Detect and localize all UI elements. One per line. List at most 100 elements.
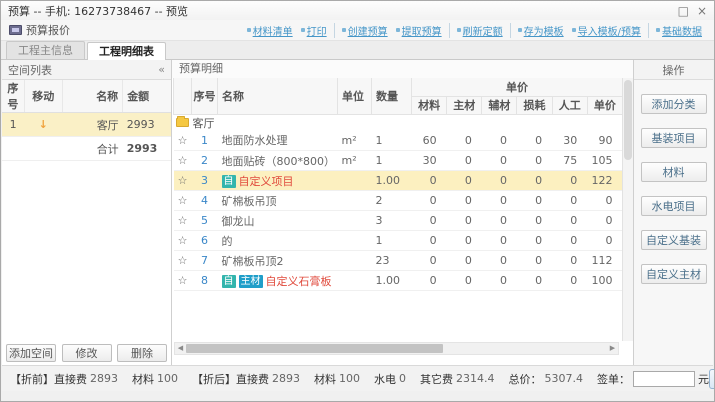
link-create-budget[interactable]: 创建预算 bbox=[338, 23, 392, 38]
link-import-template[interactable]: 导入模板/预算 bbox=[568, 22, 649, 38]
detail-row-6[interactable]: ☆ 6 的 1 0 0 0 0 0 0 bbox=[173, 230, 623, 251]
pre-discount-direct-value: 2893 bbox=[90, 372, 118, 385]
row-number-link[interactable]: 2 bbox=[201, 154, 208, 167]
space-row-living-room[interactable]: 1 ↓ 客厅 2993 bbox=[2, 112, 171, 137]
favorite-star-icon[interactable]: ☆ bbox=[173, 190, 192, 211]
row-number-link[interactable]: 1 bbox=[201, 134, 208, 147]
water-electric-label: 水电 bbox=[374, 372, 396, 386]
move-down-icon[interactable]: ↓ bbox=[39, 118, 48, 131]
plumbing-project-button[interactable]: 水电项目 bbox=[640, 196, 707, 216]
item-loss: 0 bbox=[516, 130, 553, 151]
detail-row-7[interactable]: ☆ 7 矿棉板吊顶2 23 0 0 0 0 0 112 bbox=[173, 250, 623, 271]
item-loss: 0 bbox=[516, 190, 553, 211]
water-electric-value: 0 bbox=[399, 372, 406, 385]
col-header-no: 序号 bbox=[2, 80, 25, 113]
link-extract-budget[interactable]: 提取预算 bbox=[392, 22, 450, 38]
favorite-star-icon[interactable]: ☆ bbox=[173, 210, 192, 231]
detail-row-8[interactable]: ☆ 8 自主材 自定义石膏板 1.00 0 0 0 0 0 100 bbox=[173, 270, 623, 291]
sign-amount-input[interactable] bbox=[633, 370, 695, 387]
detail-row-2[interactable]: ☆ 2 地面贴砖（800*800） m² 1 30 0 0 0 75 105 bbox=[173, 150, 623, 171]
pre-material-value: 100 bbox=[157, 372, 178, 385]
collapse-panel-icon[interactable]: « bbox=[158, 63, 165, 76]
delete-space-button[interactable]: 删除 bbox=[117, 344, 167, 362]
item-aux-material: 0 bbox=[481, 270, 517, 291]
vertical-scrollbar[interactable] bbox=[622, 78, 633, 341]
other-fee-label: 其它费 bbox=[420, 372, 453, 386]
operations-header: 操作 bbox=[634, 60, 713, 80]
item-labor: 0 bbox=[552, 270, 588, 291]
material-button[interactable]: 材料 bbox=[640, 162, 707, 182]
link-base-data[interactable]: 基础数据 bbox=[652, 23, 706, 38]
item-labor: 0 bbox=[552, 250, 588, 271]
item-price: 0 bbox=[587, 210, 623, 231]
item-labor: 0 bbox=[552, 190, 588, 211]
item-name: 地面贴砖（800*800） bbox=[217, 150, 338, 171]
folder-row[interactable]: 客厅 bbox=[174, 114, 623, 131]
row-number-link[interactable]: 5 bbox=[201, 214, 208, 227]
row-number-link[interactable]: 7 bbox=[201, 254, 208, 267]
space-row-no: 1 bbox=[2, 112, 25, 137]
tab-project-detail[interactable]: 工程明细表 bbox=[87, 42, 166, 60]
item-aux-material: 0 bbox=[481, 210, 517, 231]
favorite-star-icon[interactable]: ☆ bbox=[173, 130, 192, 151]
item-qty: 2 bbox=[371, 190, 412, 211]
item-main-material: 0 bbox=[446, 270, 482, 291]
detail-row-1[interactable]: ☆ 1 地面防水处理 m² 1 60 0 0 0 30 90 bbox=[173, 130, 623, 151]
link-refresh-quota[interactable]: 刷新定额 bbox=[453, 22, 511, 38]
basic-project-button[interactable]: 基装项目 bbox=[640, 128, 707, 148]
item-name: 自定义项目 bbox=[238, 174, 294, 188]
custom-main-material-button[interactable]: 自定义主材 bbox=[640, 264, 707, 284]
horizontal-scrollbar-thumb[interactable] bbox=[186, 344, 443, 353]
favorite-star-icon[interactable]: ☆ bbox=[173, 170, 192, 191]
item-name: 地面防水处理 bbox=[217, 130, 338, 151]
favorite-star-icon[interactable]: ☆ bbox=[173, 250, 192, 271]
edit-space-button[interactable]: 修改 bbox=[61, 344, 112, 362]
item-loss: 0 bbox=[516, 250, 553, 271]
col-header-name: 名称 bbox=[62, 80, 124, 113]
col-header-move: 移动 bbox=[24, 80, 63, 113]
custom-basic-button[interactable]: 自定义基装 bbox=[640, 230, 707, 250]
item-qty: 23 bbox=[371, 250, 412, 271]
item-price: 0 bbox=[587, 190, 623, 211]
scroll-left-icon[interactable]: ◀ bbox=[175, 342, 186, 355]
row-number-link[interactable]: 4 bbox=[201, 194, 208, 207]
add-category-button[interactable]: 添加分类 bbox=[640, 94, 707, 114]
item-material: 60 bbox=[411, 130, 447, 151]
row-number-link[interactable]: 8 bbox=[201, 274, 208, 287]
maximize-icon[interactable]: □ bbox=[678, 5, 689, 17]
space-list-panel: 空间列表 « 序号 移动 名称 金额 1 ↓ 客厅 2993 合计 2993 添… bbox=[2, 60, 172, 365]
budget-detail-panel: 预算明细 序号 名称 单位 数量 单价 材料 主材 辅材 损耗 人工 单价 客厅… bbox=[172, 60, 633, 365]
detail-row-3-selected[interactable]: ☆ 3 自自定义项目 1.00 0 0 0 0 0 122 bbox=[173, 170, 623, 191]
link-print[interactable]: 打印 bbox=[297, 22, 335, 38]
folder-icon bbox=[175, 116, 189, 127]
favorite-star-icon[interactable]: ☆ bbox=[173, 150, 192, 171]
link-save-template[interactable]: 存为模板 bbox=[514, 23, 568, 38]
row-number-link[interactable]: 3 bbox=[201, 174, 208, 187]
space-list-title: 空间列表 bbox=[8, 63, 52, 77]
scroll-right-icon[interactable]: ▶ bbox=[607, 342, 618, 355]
vertical-scrollbar-thumb[interactable] bbox=[624, 80, 632, 160]
favorite-star-icon[interactable]: ☆ bbox=[173, 270, 192, 291]
row-number-link[interactable]: 6 bbox=[201, 234, 208, 247]
item-qty: 1 bbox=[371, 150, 412, 171]
detail-row-4[interactable]: ☆ 4 矿棉板吊顶 2 0 0 0 0 0 0 bbox=[173, 190, 623, 211]
item-material: 0 bbox=[411, 230, 447, 251]
col-header-material: 材料 bbox=[410, 96, 448, 115]
item-loss: 0 bbox=[516, 210, 553, 231]
col-header-loss: 损耗 bbox=[516, 96, 553, 115]
title-bar: 预算 -- 手机: 16273738467 -- 预览 □ × bbox=[1, 1, 714, 20]
item-material: 0 bbox=[411, 270, 447, 291]
item-labor: 30 bbox=[552, 130, 588, 151]
item-price: 112 bbox=[587, 250, 623, 271]
item-main-material: 0 bbox=[446, 190, 482, 211]
horizontal-scrollbar[interactable]: ◀ ▶ bbox=[174, 342, 619, 355]
col-header-main-material: 主材 bbox=[446, 96, 483, 115]
tab-project-info[interactable]: 工程主信息 bbox=[6, 41, 85, 59]
submit-button[interactable]: ✓提交 bbox=[709, 368, 714, 389]
space-table: 序号 移动 名称 金额 1 ↓ 客厅 2993 合计 2993 bbox=[2, 80, 171, 161]
favorite-star-icon[interactable]: ☆ bbox=[173, 230, 192, 251]
add-space-button[interactable]: 添加空间 bbox=[6, 344, 56, 362]
link-material-list[interactable]: 材料清单 bbox=[243, 23, 297, 38]
close-icon[interactable]: × bbox=[697, 5, 707, 17]
detail-row-5[interactable]: ☆ 5 御龙山 3 0 0 0 0 0 0 bbox=[173, 210, 623, 231]
